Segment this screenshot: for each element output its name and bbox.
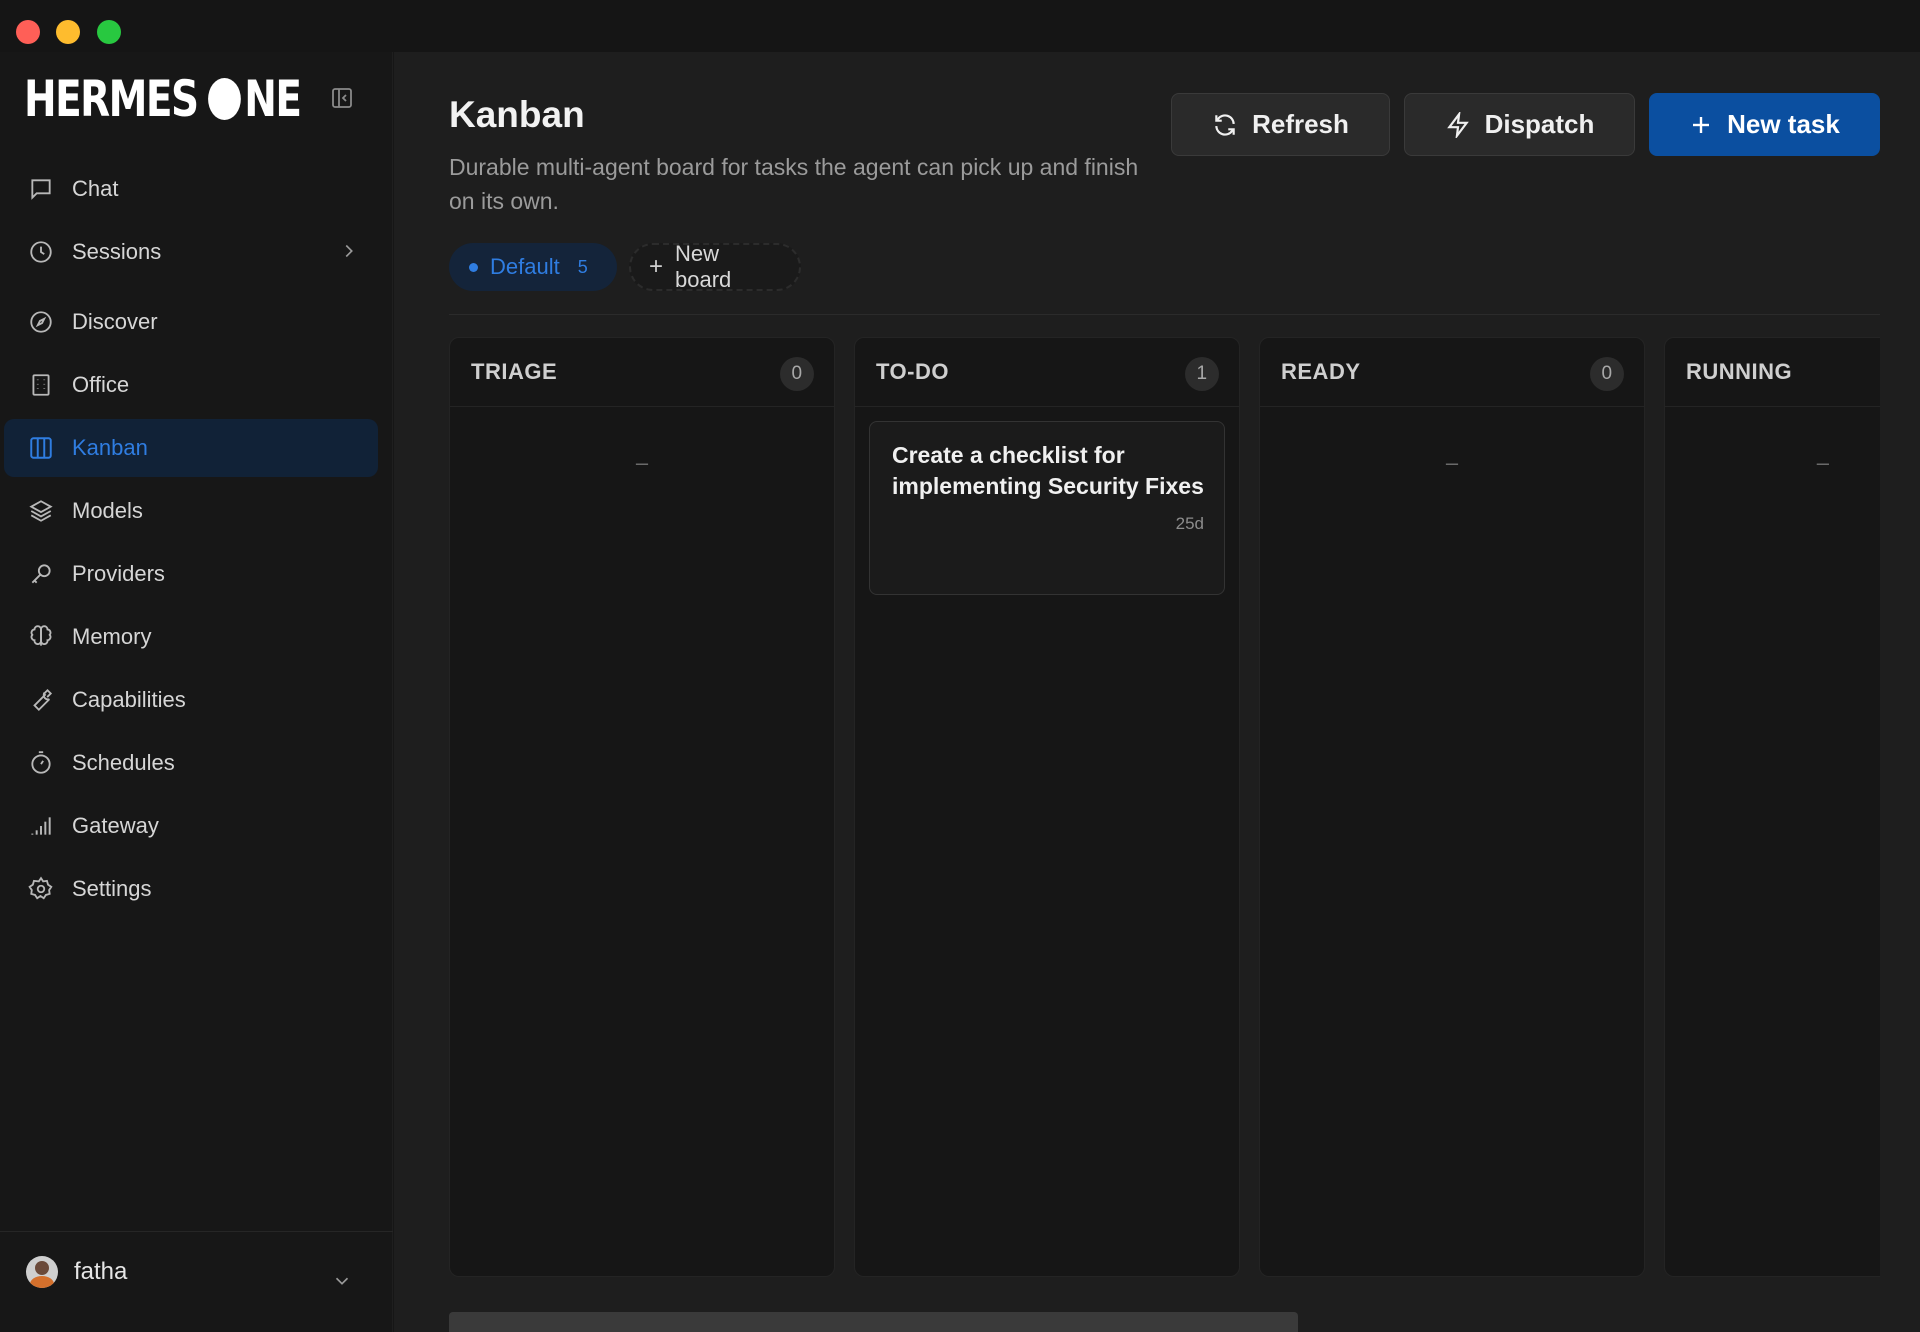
- sidebar-footer: fatha: [0, 1231, 393, 1332]
- gear-icon: [26, 874, 56, 904]
- main-content: Kanban Durable multi-agent board for tas…: [394, 52, 1920, 1332]
- column-count: 0: [1590, 357, 1624, 391]
- sidebar-item-label: Discover: [72, 309, 158, 334]
- refresh-icon: [1212, 112, 1238, 138]
- dispatch-button[interactable]: Dispatch: [1404, 93, 1635, 156]
- sidebar-item-settings[interactable]: Settings: [4, 860, 378, 918]
- column-count: 0: [780, 357, 814, 391]
- signal-icon: [26, 811, 56, 841]
- sidebar-item-sessions[interactable]: Sessions: [4, 223, 378, 281]
- task-title: Create a checklist for implementing Secu…: [892, 442, 1204, 499]
- sidebar-collapse-icon: [332, 88, 352, 108]
- sidebar-item-label: Kanban: [72, 435, 148, 460]
- plus-icon: [1689, 113, 1713, 137]
- page-description: Durable multi-agent board for tasks the …: [449, 154, 1139, 214]
- key-icon: [26, 559, 56, 589]
- kanban-board: TRIAGE 0 – TO-DO 1 Create a checklist fo…: [449, 337, 1880, 1329]
- wrench-icon: [26, 685, 56, 715]
- timer-icon: [26, 748, 56, 778]
- compass-icon: [26, 307, 56, 337]
- column-empty-placeholder: –: [635, 450, 649, 475]
- sidebar-item-label: Capabilities: [72, 687, 186, 712]
- column-title: TRIAGE: [471, 359, 558, 384]
- sidebar-item-label: Models: [72, 498, 143, 523]
- sidebar-item-discover[interactable]: Discover: [4, 293, 378, 351]
- sidebar-item-schedules[interactable]: Schedules: [4, 734, 378, 792]
- column-triage: TRIAGE 0 –: [449, 337, 835, 1277]
- new-task-button[interactable]: New task: [1649, 93, 1880, 156]
- divider: [449, 314, 1880, 315]
- sidebar-item-label: Settings: [72, 876, 152, 901]
- column-empty-placeholder: –: [1445, 450, 1459, 475]
- sidebar-item-label: Sessions: [72, 239, 162, 264]
- column-ready: READY 0 –: [1259, 337, 1645, 1277]
- active-dot-icon: [469, 262, 478, 272]
- minimize-window-button[interactable]: [56, 20, 80, 44]
- lightning-icon: [1445, 111, 1471, 138]
- user-menu[interactable]: fatha: [26, 1256, 127, 1288]
- board-selector: Default 5 + New board: [449, 241, 801, 292]
- task-age: 25d: [1175, 514, 1204, 533]
- avatar: [26, 1256, 58, 1288]
- board-count: 5: [577, 256, 588, 277]
- chevron-right-icon: [338, 240, 360, 268]
- column-header: RUNNING: [1665, 338, 1880, 407]
- chevron-down-icon[interactable]: [331, 1270, 353, 1297]
- column-header: TO-DO 1: [855, 338, 1239, 407]
- task-card[interactable]: Create a checklist for implementing Secu…: [869, 421, 1225, 595]
- column-running: RUNNING –: [1664, 337, 1880, 1277]
- sidebar-item-gateway[interactable]: Gateway: [4, 797, 378, 855]
- maximize-window-button[interactable]: [97, 20, 121, 44]
- column-todo: TO-DO 1 Create a checklist for implement…: [854, 337, 1240, 1277]
- board-label: Default: [490, 254, 560, 279]
- refresh-label: Refresh: [1252, 109, 1349, 139]
- sidebar-item-label: Memory: [72, 624, 152, 649]
- sidebar-item-office[interactable]: Office: [4, 356, 378, 414]
- sidebar-item-capabilities[interactable]: Capabilities: [4, 671, 378, 729]
- horizontal-scrollbar[interactable]: [449, 1312, 1298, 1332]
- collapse-sidebar-button[interactable]: [328, 84, 356, 112]
- sidebar-item-label: Gateway: [72, 813, 159, 838]
- close-window-button[interactable]: [16, 20, 40, 44]
- chat-icon: [26, 174, 56, 204]
- column-header: READY 0: [1260, 338, 1644, 407]
- sidebar-item-label: Office: [72, 372, 130, 397]
- brain-icon: [26, 622, 56, 652]
- sidebar-item-kanban[interactable]: Kanban: [4, 419, 378, 477]
- column-count: 1: [1185, 357, 1219, 391]
- sidebar-item-label: Schedules: [72, 750, 175, 775]
- plus-icon: +: [649, 253, 664, 280]
- new-board-button[interactable]: + New board: [629, 241, 801, 292]
- new-task-label: New task: [1727, 109, 1840, 139]
- column-title: RUNNING: [1686, 359, 1793, 384]
- sidebar-item-label: Providers: [72, 561, 165, 586]
- column-empty-placeholder: –: [1816, 450, 1829, 475]
- refresh-button[interactable]: Refresh: [1171, 93, 1390, 156]
- board-tab-default[interactable]: Default 5: [449, 243, 617, 291]
- sidebar: HERMES NE Chat Sessions Discover Office K…: [0, 52, 393, 1332]
- column-title: READY: [1281, 359, 1361, 384]
- building-icon: [26, 370, 56, 400]
- column-title: TO-DO: [876, 359, 949, 384]
- user-name: fatha: [74, 1258, 128, 1285]
- dispatch-label: Dispatch: [1484, 109, 1595, 139]
- page-title: Kanban: [449, 94, 585, 135]
- sidebar-item-label: Chat: [72, 176, 119, 201]
- sidebar-item-providers[interactable]: Providers: [4, 545, 378, 603]
- kanban-icon: [26, 433, 56, 463]
- app-logo: HERMES NE: [24, 70, 302, 128]
- sidebar-item-memory[interactable]: Memory: [4, 608, 378, 666]
- new-board-label: New board: [675, 241, 732, 292]
- sidebar-item-chat[interactable]: Chat: [4, 160, 378, 218]
- column-header: TRIAGE 0: [450, 338, 834, 407]
- clock-icon: [26, 237, 56, 267]
- sidebar-item-models[interactable]: Models: [4, 482, 378, 540]
- window-titlebar: [0, 0, 1920, 52]
- layers-icon: [26, 496, 56, 526]
